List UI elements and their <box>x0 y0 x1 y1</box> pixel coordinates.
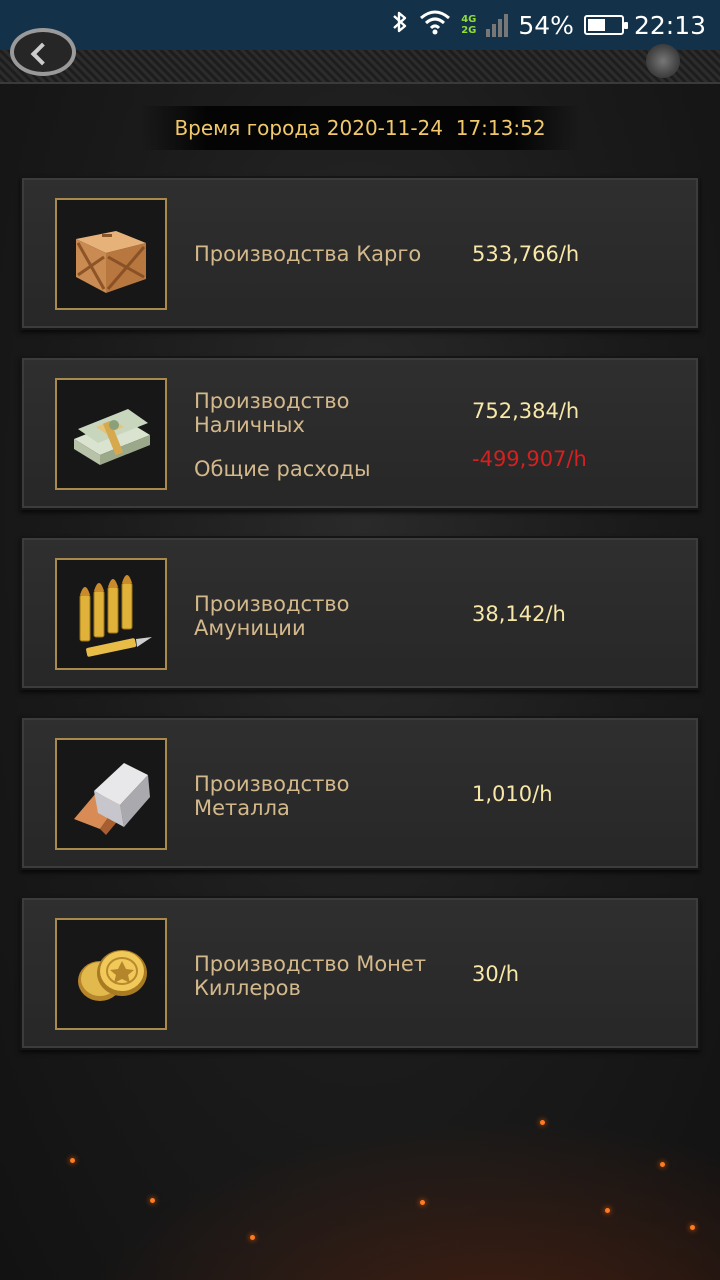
bluetooth-icon <box>391 9 409 41</box>
production-row-ammo: Производство Амуниции 38,142/h <box>20 536 700 690</box>
cargo-crate-icon <box>55 198 167 310</box>
network-type-indicator: 4G 2G <box>461 14 476 36</box>
status-bar: 4G 2G 54% 22:13 <box>0 0 720 50</box>
row-label: Производства Карго <box>194 242 422 266</box>
row-value: 533,766/h <box>472 242 580 266</box>
battery-percent: 54% <box>518 10 574 40</box>
signal-bars-icon <box>486 13 509 37</box>
ember-background <box>0 1080 720 1280</box>
row-value: 38,142/h <box>472 602 566 626</box>
ember <box>660 1162 665 1167</box>
row-value: 30/h <box>472 962 520 986</box>
production-row-cargo: Производства Карго 533,766/h <box>20 176 700 330</box>
production-row-metal: Производство Металла 1,010/h <box>20 716 700 870</box>
metal-ingot-icon <box>55 738 167 850</box>
row-value: 1,010/h <box>472 782 553 806</box>
clock: 22:13 <box>633 10 706 40</box>
back-button[interactable] <box>10 28 76 76</box>
ember <box>70 1158 75 1163</box>
ember <box>605 1208 610 1213</box>
ember <box>540 1120 545 1125</box>
row-label: Производство Монет Киллеров <box>194 952 427 1000</box>
expenses-label: Общие расходы <box>194 457 371 481</box>
ammo-bullets-icon <box>55 558 167 670</box>
emblem-icon <box>646 44 680 78</box>
ember <box>250 1235 255 1240</box>
battery-icon <box>583 15 628 35</box>
production-row-cash: Производство Наличных 752,384/h Общие ра… <box>20 356 700 510</box>
row-label: Производство Металла <box>194 772 350 820</box>
killer-coins-icon <box>55 918 167 1030</box>
ember <box>420 1200 425 1205</box>
expenses-value: -499,907/h <box>472 447 587 471</box>
production-row-coins: Производство Монет Киллеров 30/h <box>20 896 700 1050</box>
cash-stack-icon <box>55 378 167 490</box>
network-4g-label: 4G <box>461 14 477 25</box>
game-header <box>0 28 720 84</box>
wifi-icon <box>419 9 451 41</box>
row-label: Производство Амуниции <box>194 592 350 640</box>
ember <box>150 1198 155 1203</box>
row-value: 752,384/h <box>472 399 580 423</box>
network-2g-label: 2G <box>461 25 477 36</box>
city-time: Время города 2020-11-24 17:13:52 <box>140 106 580 150</box>
ember <box>690 1225 695 1230</box>
row-label: Производство Наличных <box>194 389 350 437</box>
battery-fill <box>587 19 606 31</box>
